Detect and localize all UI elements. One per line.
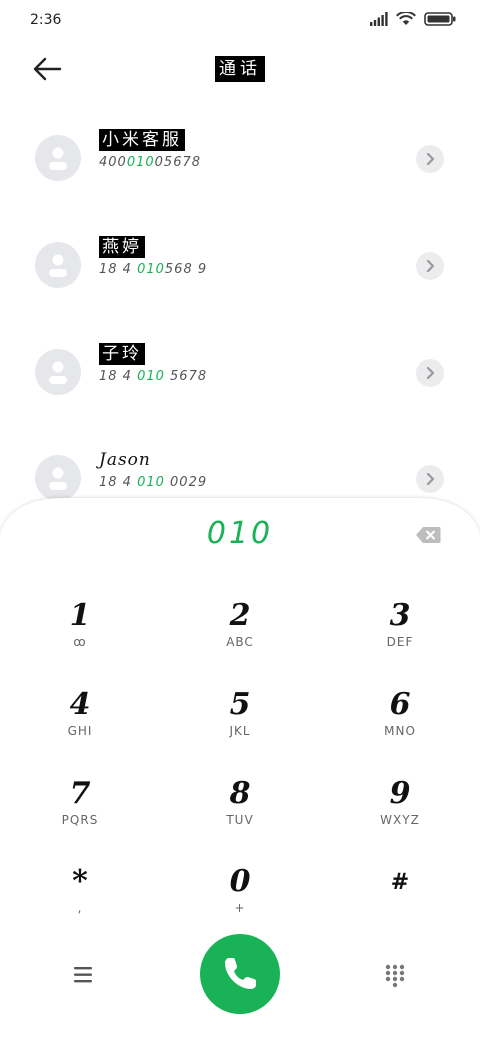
dial-key-digit: 2	[229, 598, 251, 633]
dial-key-digit: 4	[69, 687, 91, 722]
avatar	[35, 349, 81, 395]
person-icon	[49, 467, 67, 490]
dial-key-6[interactable]: 6 MNO	[335, 687, 465, 767]
contact-name: 燕婷	[99, 236, 145, 258]
delete-button[interactable]	[415, 526, 441, 544]
dial-key-digit: 7	[69, 776, 91, 811]
dial-key-letters: ABC	[226, 635, 254, 649]
person-icon	[49, 254, 67, 277]
call-button[interactable]	[200, 934, 280, 1014]
menu-button[interactable]	[72, 964, 98, 986]
chevron-right-icon	[426, 152, 435, 166]
dial-key-0[interactable]: 0 +	[175, 864, 305, 944]
battery-icon	[424, 12, 456, 26]
contact-number: 40001005678	[99, 155, 202, 170]
dialed-number: 010	[206, 516, 274, 551]
dial-key-5[interactable]: 5 JKL	[175, 687, 305, 767]
status-bar: 2:36	[0, 0, 480, 40]
delete-backspace-icon	[416, 527, 441, 543]
chevron-right-icon	[426, 472, 435, 486]
dialer-panel: 010 1 ꝏ 2 ABC 3 DEF 4 GHI 5 JKL 6 MNO 7 …	[0, 498, 480, 1040]
contact-number: 18 4 010 0029	[99, 475, 208, 490]
dial-key-7[interactable]: 7 PQRS	[15, 776, 145, 856]
phone-icon	[225, 958, 256, 989]
dial-key-letters: MNO	[384, 724, 416, 738]
person-icon	[49, 147, 67, 170]
dial-key-digit: 9	[389, 776, 411, 811]
dial-key-digit: 8	[229, 776, 251, 811]
dial-key-letters: PQRS	[61, 813, 99, 827]
chevron-right-icon	[426, 366, 435, 380]
dial-key-2[interactable]: 2 ABC	[175, 598, 305, 678]
dial-key-letters: TUV	[226, 813, 254, 827]
contact-name: 小米客服	[99, 129, 185, 151]
contact-row[interactable]: 子玲 18 4 010 5678	[0, 343, 480, 439]
dial-key-3[interactable]: 3 DEF	[335, 598, 465, 678]
dial-key-digit: 1	[69, 598, 91, 633]
dial-key-hash[interactable]: #	[335, 864, 465, 944]
dialpad-icon	[385, 964, 405, 988]
avatar	[35, 455, 81, 501]
dial-key-letters: DEF	[386, 635, 414, 649]
contact-row[interactable]: 小米客服 40001005678	[0, 129, 480, 225]
avatar	[35, 242, 81, 288]
page-title: 通话	[215, 56, 265, 82]
contact-name: Jason	[99, 450, 151, 470]
dial-key-digit: #	[390, 869, 410, 895]
dial-key-4[interactable]: 4 GHI	[15, 687, 145, 767]
avatar	[35, 135, 81, 181]
contact-number: 18 4 010568 9	[99, 262, 208, 277]
status-time: 2:36	[30, 12, 62, 28]
dial-key-digit: 5	[229, 687, 251, 722]
dial-key-letters: JKL	[229, 724, 251, 738]
chevron-right-icon	[426, 259, 435, 273]
menu-icon	[74, 967, 92, 983]
dial-key-letters: ,	[77, 901, 83, 915]
voicemail-icon: ꝏ	[73, 635, 87, 649]
contact-row[interactable]: 燕婷 18 4 010568 9	[0, 236, 480, 332]
back-arrow-icon	[33, 57, 62, 81]
dial-key-star[interactable]: * ,	[15, 864, 145, 944]
contact-name: 子玲	[99, 343, 145, 365]
dial-key-digit: *	[72, 864, 88, 899]
dialpad-toggle-button[interactable]	[382, 962, 408, 988]
dial-key-letters: WXYZ	[380, 813, 420, 827]
contact-detail-button[interactable]	[416, 359, 444, 387]
dial-key-digit: 3	[389, 598, 411, 633]
dial-key-digit: 6	[389, 687, 411, 722]
dial-key-8[interactable]: 8 TUV	[175, 776, 305, 856]
back-button[interactable]	[28, 52, 68, 86]
dial-key-letters: +	[234, 901, 246, 915]
status-icons	[370, 12, 456, 26]
dial-key-digit: 0	[229, 864, 251, 899]
person-icon	[49, 361, 67, 384]
dial-key-9[interactable]: 9 WXYZ	[335, 776, 465, 856]
contact-detail-button[interactable]	[416, 145, 444, 173]
contact-number: 18 4 010 5678	[99, 369, 208, 384]
dial-key-letters: GHI	[67, 724, 93, 738]
dial-key-1[interactable]: 1 ꝏ	[15, 598, 145, 678]
wifi-icon	[396, 12, 416, 25]
signal-icon	[370, 12, 388, 26]
contact-detail-button[interactable]	[416, 252, 444, 280]
contact-detail-button[interactable]	[416, 465, 444, 493]
